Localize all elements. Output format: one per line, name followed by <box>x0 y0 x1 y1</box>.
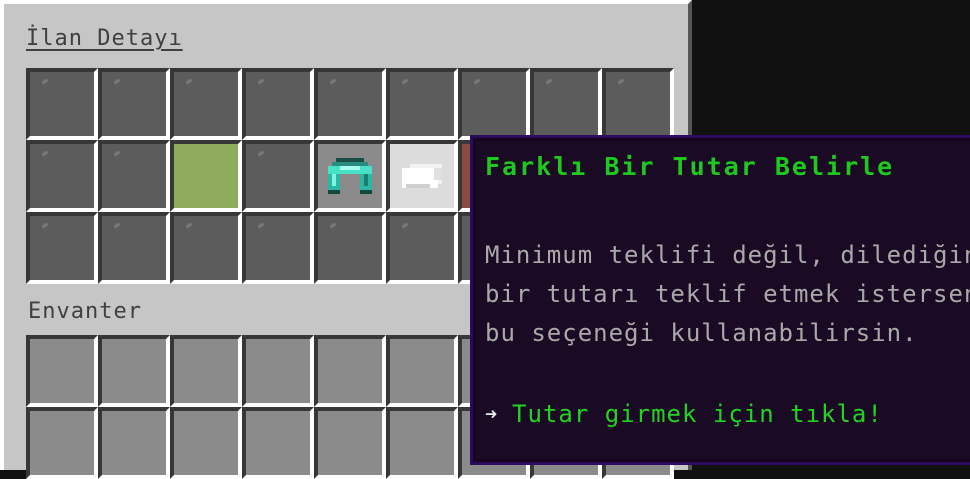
paper-slot[interactable] <box>386 140 458 212</box>
inventory-slot[interactable] <box>314 335 386 407</box>
filler-slot[interactable] <box>242 68 314 140</box>
filler-slot[interactable] <box>386 68 458 140</box>
filler-slot[interactable] <box>530 68 602 140</box>
filler-slot[interactable] <box>98 68 170 140</box>
inventory-slot[interactable] <box>170 335 242 407</box>
inventory-slot[interactable] <box>98 407 170 479</box>
tooltip-title: Farklı Bir Tutar Belirle <box>485 152 895 181</box>
inventory-slot[interactable] <box>242 407 314 479</box>
filler-slot[interactable] <box>26 68 98 140</box>
inventory-slot[interactable] <box>386 407 458 479</box>
filler-slot[interactable] <box>170 68 242 140</box>
tooltip-action-text: Tutar girmek için tıkla! <box>512 400 883 428</box>
arrow-right-icon: ➜ <box>485 402 499 426</box>
filler-slot[interactable] <box>26 140 98 212</box>
filler-slot[interactable] <box>170 212 242 284</box>
filler-slot[interactable] <box>458 68 530 140</box>
inventory-slot[interactable] <box>26 407 98 479</box>
inventory-slot[interactable] <box>386 335 458 407</box>
inventory-slot[interactable] <box>26 335 98 407</box>
inventory-slot[interactable] <box>98 335 170 407</box>
tooltip-line: bir tutarı teklif etmek istersen <box>485 280 970 308</box>
filler-slot[interactable] <box>98 140 170 212</box>
diamond-helmet-icon <box>328 158 372 194</box>
filler-slot[interactable] <box>314 68 386 140</box>
inventory-slot[interactable] <box>242 335 314 407</box>
filler-slot[interactable] <box>242 212 314 284</box>
tooltip-action: ➜ Tutar girmek için tıkla! <box>485 400 883 428</box>
paper-icon <box>402 164 442 188</box>
inventory-slot[interactable] <box>170 407 242 479</box>
tooltip-line: Minimum teklifi değil, dilediğin <box>485 241 970 269</box>
tooltip-line: bu seçeneği kullanabilirsin. <box>485 319 918 347</box>
listed-item-slot[interactable] <box>314 140 386 212</box>
inventory-slot[interactable] <box>314 407 386 479</box>
filler-slot[interactable] <box>26 212 98 284</box>
filler-slot[interactable] <box>602 68 674 140</box>
green-glass-slot[interactable] <box>170 140 242 212</box>
filler-slot[interactable] <box>314 212 386 284</box>
item-tooltip: Farklı Bir Tutar Belirle Minimum teklifi… <box>470 135 970 465</box>
filler-slot[interactable] <box>386 212 458 284</box>
filler-slot[interactable] <box>98 212 170 284</box>
window-title: İlan Detayı <box>26 26 183 51</box>
inventory-label: Envanter <box>28 299 142 324</box>
filler-slot[interactable] <box>242 140 314 212</box>
